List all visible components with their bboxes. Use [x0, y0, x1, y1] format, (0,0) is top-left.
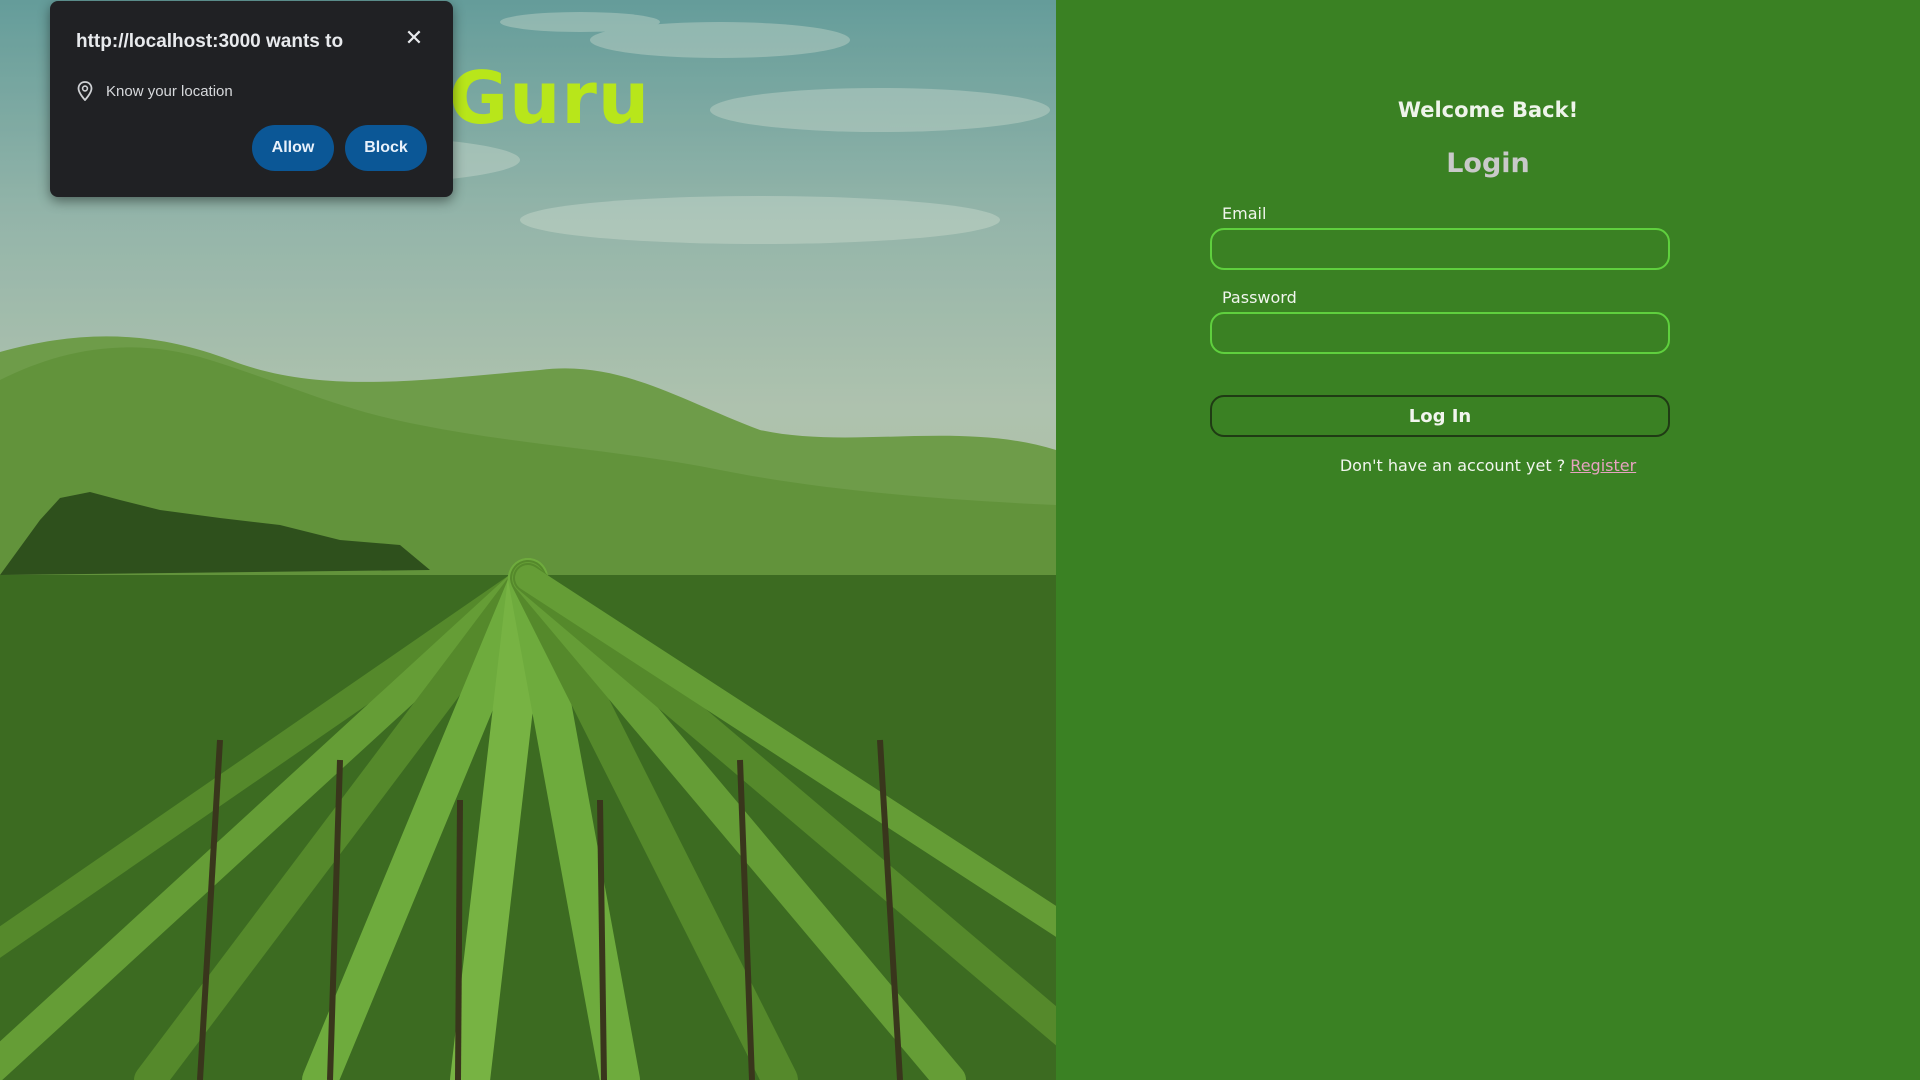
permission-item: Know your location — [76, 81, 233, 102]
register-prompt-line: Don't have an account yet ? Register — [1056, 456, 1920, 475]
register-link[interactable]: Register — [1570, 456, 1636, 475]
email-label: Email — [1222, 204, 1267, 223]
location-permission-popup: http://localhost:3000 wants to ✕ Know yo… — [50, 1, 453, 197]
allow-button[interactable]: Allow — [252, 125, 334, 171]
popup-title: http://localhost:3000 wants to — [76, 31, 344, 52]
register-prompt-text: Don't have an account yet ? — [1339, 456, 1566, 475]
close-icon[interactable]: ✕ — [402, 27, 426, 51]
login-panel: Welcome Back! Login Email Password Log I… — [1056, 0, 1920, 1080]
welcome-heading: Welcome Back! — [1397, 98, 1579, 122]
login-button[interactable]: Log In — [1210, 395, 1670, 437]
password-label: Password — [1222, 288, 1297, 307]
block-button[interactable]: Block — [345, 125, 427, 171]
location-pin-icon — [76, 81, 94, 102]
email-field[interactable] — [1210, 228, 1670, 270]
password-field[interactable] — [1210, 312, 1670, 354]
permission-text: Know your location — [106, 82, 233, 100]
hero-brand-title: Guru — [449, 56, 651, 140]
login-title: Login — [1446, 148, 1530, 179]
